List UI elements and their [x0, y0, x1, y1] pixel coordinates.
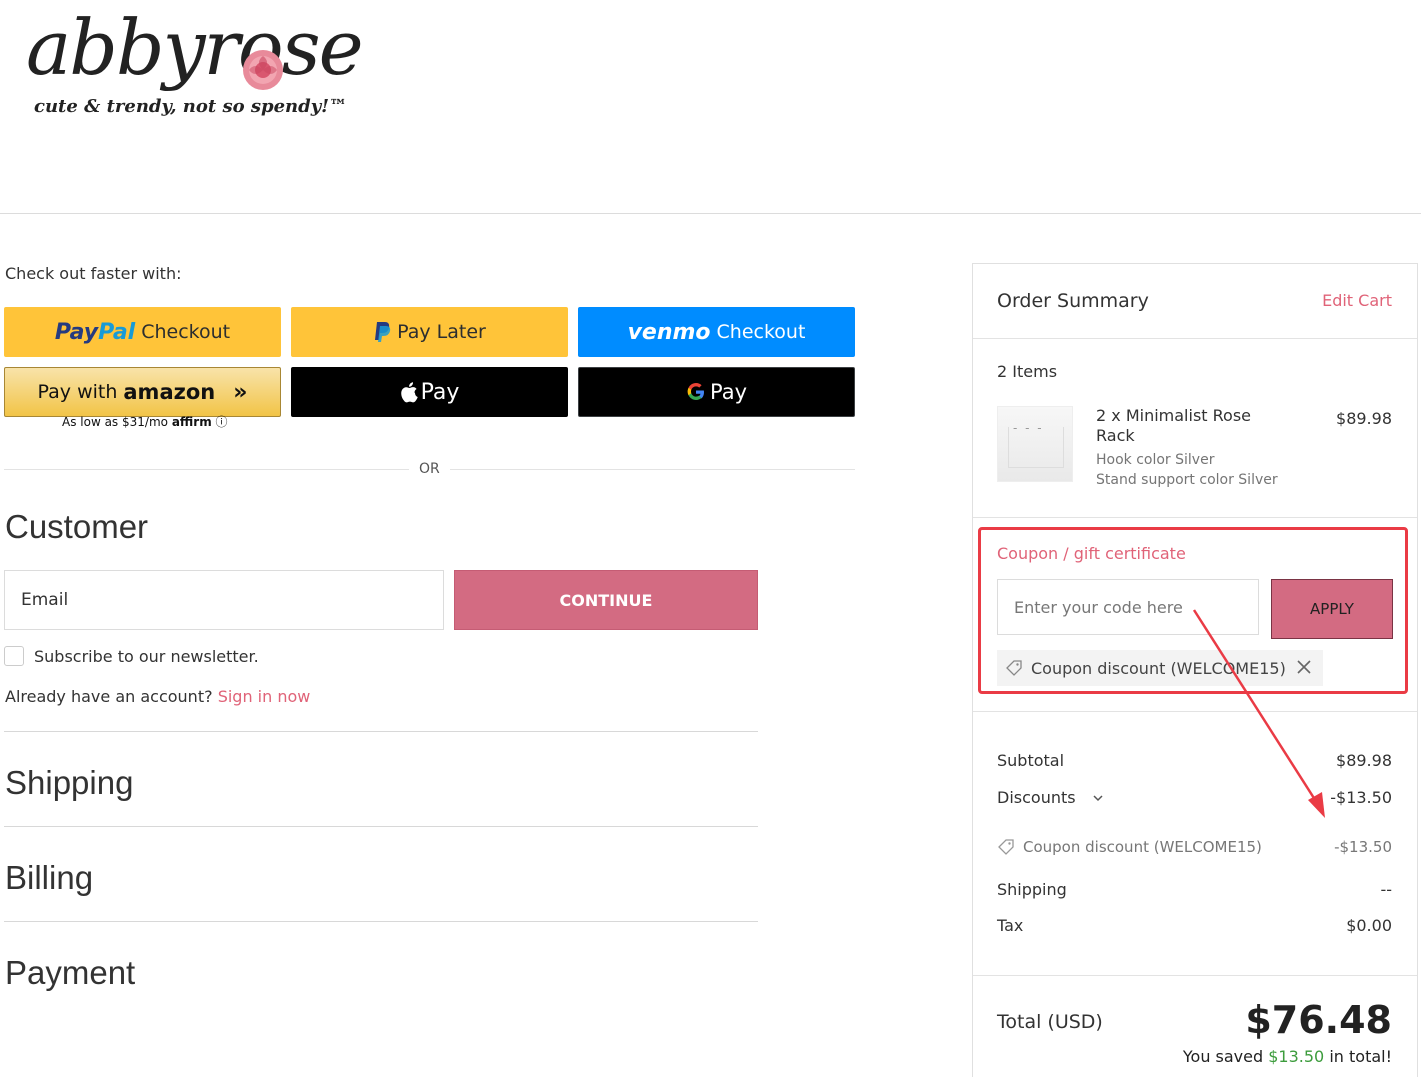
- summary-divider: [973, 338, 1417, 339]
- paylater-label: Pay Later: [397, 321, 486, 343]
- amazon-logo: amazon: [123, 380, 216, 404]
- shipping-label: Shipping: [997, 880, 1067, 899]
- tag-icon: [998, 839, 1014, 855]
- discounts-value: -$13.50: [1330, 788, 1392, 807]
- items-count: 2 Items: [997, 362, 1058, 381]
- apple-pay-label: Pay: [420, 379, 460, 405]
- discount-detail: Coupon discount (WELCOME15): [997, 838, 1262, 856]
- paypal-logo: PayPal: [54, 319, 136, 345]
- venmo-logo: venmo: [627, 319, 711, 345]
- or-label: OR: [409, 461, 450, 477]
- brand-logo[interactable]: abbyrose cute & trendy, not so spendy!™: [22, 0, 372, 150]
- subtotal-value: $89.98: [1336, 751, 1392, 770]
- shipping-section-title: Shipping: [5, 764, 134, 801]
- total-label: Total (USD): [997, 1011, 1103, 1033]
- venmo-checkout-button[interactable]: venmo Checkout: [578, 307, 855, 357]
- brand-logo-wordmark: abbyrose: [26, 3, 364, 92]
- discounts-toggle[interactable]: Discounts: [997, 788, 1104, 807]
- affirm-text: As low as $31/mo: [62, 415, 168, 429]
- sign-in-link[interactable]: Sign in now: [218, 687, 311, 706]
- order-summary-title: Order Summary: [997, 290, 1149, 312]
- paypal-p-icon: [375, 322, 391, 342]
- savings-prefix: You saved: [1182, 1047, 1264, 1066]
- discounts-label: Discounts: [997, 788, 1076, 807]
- affirm-logo: affirm: [171, 415, 212, 429]
- product-option-hook: Hook color Silver: [1096, 452, 1215, 468]
- summary-divider: [973, 711, 1417, 712]
- product-price: $89.98: [1336, 409, 1392, 428]
- apple-icon: [400, 382, 418, 403]
- site-header: abbyrose cute & trendy, not so spendy!™: [0, 0, 1421, 214]
- savings-message: You saved $13.50 in total!: [1183, 1047, 1392, 1066]
- tax-value: $0.00: [1346, 916, 1392, 935]
- product-name: 2 x Minimalist Rose Rack: [1096, 406, 1251, 445]
- product-thumbnail: [997, 406, 1073, 482]
- brand-tagline: cute & trendy, not so spendy!™: [34, 96, 348, 117]
- newsletter-label: Subscribe to our newsletter.: [34, 646, 259, 666]
- tax-label: Tax: [997, 916, 1024, 935]
- savings-amount: $13.50: [1268, 1047, 1325, 1066]
- product-option-stand: Stand support color Silver: [1096, 472, 1278, 488]
- section-divider: [4, 921, 758, 922]
- section-divider: [4, 731, 758, 732]
- savings-suffix: in total!: [1329, 1047, 1392, 1066]
- paypal-checkout-button[interactable]: PayPal Checkout: [4, 307, 281, 357]
- amazon-pay-button[interactable]: Pay with amazon »: [4, 367, 281, 417]
- edit-cart-link[interactable]: Edit Cart: [1322, 291, 1392, 310]
- double-chevron-right-icon: »: [233, 379, 248, 405]
- discount-detail-value: -$13.50: [1334, 838, 1392, 856]
- express-checkout-heading: Check out faster with:: [5, 264, 182, 283]
- google-pay-label: Pay: [709, 380, 748, 404]
- google-g-icon: [687, 383, 704, 400]
- total-value: $76.48: [1245, 998, 1392, 1042]
- subtotal-label: Subtotal: [997, 751, 1065, 770]
- rose-icon: [243, 50, 283, 90]
- email-label: Email: [21, 590, 69, 610]
- google-pay-button[interactable]: Pay: [578, 367, 855, 417]
- paypal-checkout-label: Checkout: [141, 321, 231, 343]
- apple-pay-button[interactable]: Pay: [291, 367, 568, 417]
- info-icon[interactable]: ⓘ: [216, 415, 228, 429]
- email-input[interactable]: Email: [4, 570, 444, 630]
- payment-section-title: Payment: [5, 954, 136, 991]
- summary-divider: [973, 975, 1417, 976]
- newsletter-option[interactable]: Subscribe to our newsletter.: [4, 646, 259, 666]
- venmo-checkout-label: Checkout: [716, 321, 806, 343]
- amazon-pay-label: Pay with: [37, 381, 118, 403]
- section-divider: [4, 826, 758, 827]
- summary-divider: [973, 517, 1417, 518]
- discount-detail-label: Coupon discount (WELCOME15): [1023, 838, 1262, 856]
- paypal-paylater-button[interactable]: Pay Later: [291, 307, 568, 357]
- shipping-value: --: [1380, 880, 1392, 899]
- customer-section-title: Customer: [5, 508, 149, 545]
- account-prompt-text: Already have an account?: [5, 687, 213, 706]
- affirm-promo[interactable]: As low as $31/mo affirm ⓘ: [62, 413, 228, 430]
- billing-section-title: Billing: [5, 859, 94, 896]
- annotation-highlight-box: [978, 527, 1408, 694]
- chevron-down-icon: [1093, 794, 1103, 801]
- newsletter-checkbox[interactable]: [4, 646, 24, 666]
- account-prompt: Already have an account? Sign in now: [5, 687, 310, 706]
- continue-button[interactable]: CONTINUE: [454, 570, 758, 630]
